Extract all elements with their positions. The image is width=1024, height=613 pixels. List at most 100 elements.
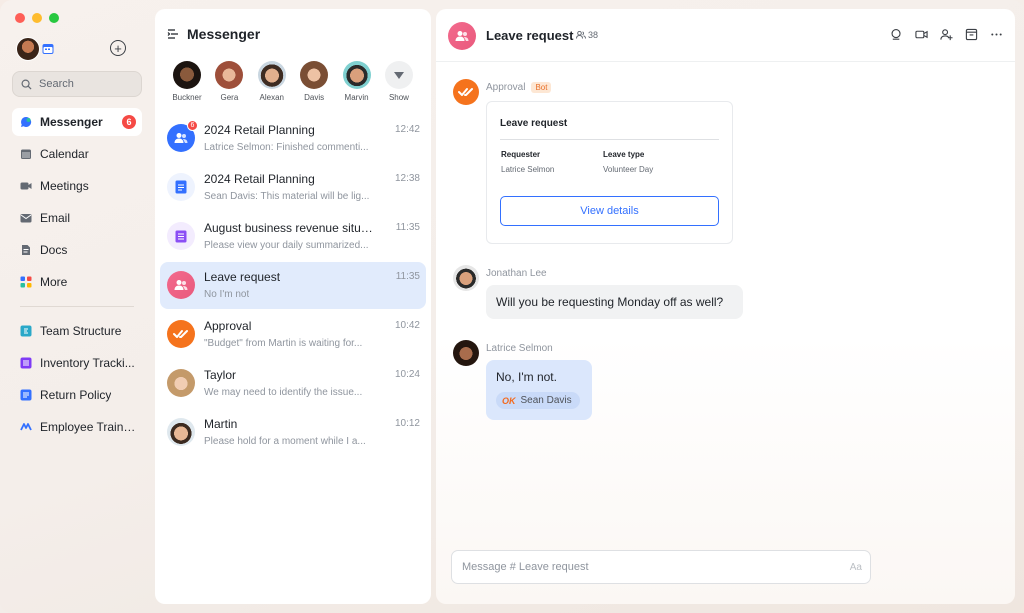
avatar (300, 61, 329, 89)
reaction-chip[interactable]: OK Sean Davis (496, 392, 580, 409)
avatar (215, 61, 244, 89)
view-details-button[interactable]: View details (500, 196, 719, 226)
approval-avatar (167, 320, 195, 348)
search-icon (21, 79, 32, 90)
avatar (257, 61, 286, 89)
search-input[interactable]: Search (12, 71, 142, 97)
pinned-contact-name: Davis (304, 93, 325, 102)
chat-header: Leave request 38 (436, 9, 1015, 62)
pinned-contact[interactable]: Marvin (337, 61, 377, 102)
conversation-time: 10:12 (394, 418, 420, 429)
show-more-contacts[interactable]: Show (379, 61, 419, 102)
search-placeholder: Search (39, 78, 74, 90)
pinned-contact[interactable]: Gera (209, 61, 249, 102)
conversation-item[interactable]: 6 2024 Retail Planning Latrice Selmon: F… (160, 115, 426, 162)
shortcut-team-structure[interactable]: Team Structure (12, 317, 142, 345)
conversation-preview: We may need to identify the issue... (204, 387, 363, 398)
avatar (342, 61, 371, 89)
conversation-item[interactable]: 2024 Retail Planning Sean Davis: This ma… (160, 164, 426, 211)
shortcut-label: Return Policy (40, 388, 112, 402)
message-sender: Approval Bot (486, 82, 552, 93)
nav-item-docs[interactable]: Docs (12, 236, 142, 264)
shortcut-label: Employee Training (40, 420, 136, 434)
avatar[interactable] (16, 37, 40, 61)
search-chat-icon[interactable] (890, 28, 903, 41)
pinned-contact-name: Gera (220, 93, 239, 102)
chat-toolbar (890, 28, 1003, 41)
conversation-name: Leave request (204, 270, 281, 284)
conversation-item-selected[interactable]: Leave request No I'm not 11:35 (160, 262, 426, 309)
conversation-item[interactable]: Approval "Budget" from Martin is waiting… (160, 311, 426, 358)
message-sender: Latrice Selmon (486, 343, 553, 354)
show-more-button[interactable] (384, 61, 413, 89)
pinned-contact[interactable]: Davis (294, 61, 334, 102)
report-avatar (167, 222, 195, 250)
pinned-tab-icon[interactable] (965, 28, 978, 41)
shortcut-inventory-tracking[interactable]: Inventory Tracki... (12, 349, 142, 377)
ok-reaction-icon: OK (502, 395, 516, 406)
member-count-value: 38 (588, 30, 599, 40)
avatar[interactable] (453, 340, 479, 366)
shortcut-return-policy[interactable]: Return Policy (12, 381, 142, 409)
minimize-window-button[interactable] (32, 13, 42, 23)
leave-type-value: Volunteer Day (603, 165, 654, 174)
nav-divider (20, 306, 134, 307)
group-avatar[interactable] (448, 22, 476, 50)
avatar (173, 61, 201, 89)
group-avatar (167, 271, 195, 299)
member-count[interactable]: 38 (576, 30, 598, 40)
nav-item-calendar[interactable]: Calendar (12, 140, 142, 168)
nav-item-messenger[interactable]: Messenger 6 (12, 108, 142, 136)
nav-list: Messenger 6 Calendar Meetings Email Docs… (12, 108, 142, 445)
message-text: No, I'm not. (496, 370, 557, 384)
card-title: Leave request (500, 118, 568, 129)
members-icon (576, 31, 586, 39)
message-input[interactable]: Message # Leave request Aa (451, 550, 871, 584)
nav-item-meetings[interactable]: Meetings (12, 172, 142, 200)
nav-item-email[interactable]: Email (12, 204, 142, 232)
add-button[interactable]: + (110, 40, 126, 56)
conversation-item[interactable]: Taylor We may need to identify the issue… (160, 360, 426, 407)
nav-item-label: More (40, 275, 68, 289)
pinned-contact[interactable]: Buckner (167, 61, 207, 102)
conversation-preview: Latrice Selmon: Finished commenti... (204, 142, 369, 153)
message-bubble[interactable]: Will you be requesting Monday off as wel… (486, 285, 743, 319)
video-camera-icon (20, 182, 32, 190)
add-member-icon[interactable] (940, 28, 953, 41)
nav-item-more[interactable]: More (12, 268, 142, 296)
conversation-name: 2024 Retail Planning (204, 123, 315, 137)
sender-name: Jonathan Lee (486, 268, 547, 279)
maximize-window-button[interactable] (49, 13, 59, 23)
message-bubble[interactable]: No, I'm not. OK Sean Davis (486, 360, 592, 420)
calendar-icon (21, 149, 31, 159)
message-text: Will you be requesting Monday off as wel… (496, 295, 724, 309)
nav-item-label: Docs (40, 243, 68, 257)
conversation-name: 2024 Retail Planning (204, 172, 315, 186)
pinned-contact[interactable]: Alexan (252, 61, 292, 102)
conversation-name: Martin (204, 417, 238, 431)
conversation-preview: Sean Davis: This material will be lig... (204, 191, 370, 202)
avatar[interactable] (453, 265, 479, 291)
collapse-sidebar-icon[interactable] (167, 28, 179, 40)
conversation-item[interactable]: August business revenue situa... Please … (160, 213, 426, 260)
approval-bot-avatar[interactable] (453, 79, 479, 105)
close-window-button[interactable] (15, 13, 25, 23)
reaction-user: Sean Davis (520, 395, 572, 406)
conversation-list-panel: Messenger Buckner Gera Alexan Davis Marv… (155, 9, 431, 604)
calendar-status-icon (42, 44, 54, 54)
conversation-item[interactable]: Martin Please hold for a moment while I … (160, 409, 426, 456)
nav-item-label: Meetings (40, 179, 89, 193)
leave-type-label: Leave type (603, 150, 645, 159)
shortcut-employee-training[interactable]: Employee Training (12, 413, 142, 441)
nav-item-label: Messenger (40, 115, 103, 129)
conversation-name: Taylor (204, 368, 237, 382)
group-icon (455, 31, 469, 41)
text-format-icon[interactable]: Aa (850, 562, 862, 573)
conversation-preview: Please view your daily summarized... (204, 240, 369, 251)
conversation-time: 12:42 (394, 124, 420, 135)
sheet-icon (20, 357, 32, 369)
video-call-icon[interactable] (915, 28, 928, 41)
pinned-contact-name: Buckner (172, 93, 202, 102)
conversation-name: August business revenue situa... (204, 221, 374, 235)
more-options-icon[interactable] (990, 28, 1003, 41)
